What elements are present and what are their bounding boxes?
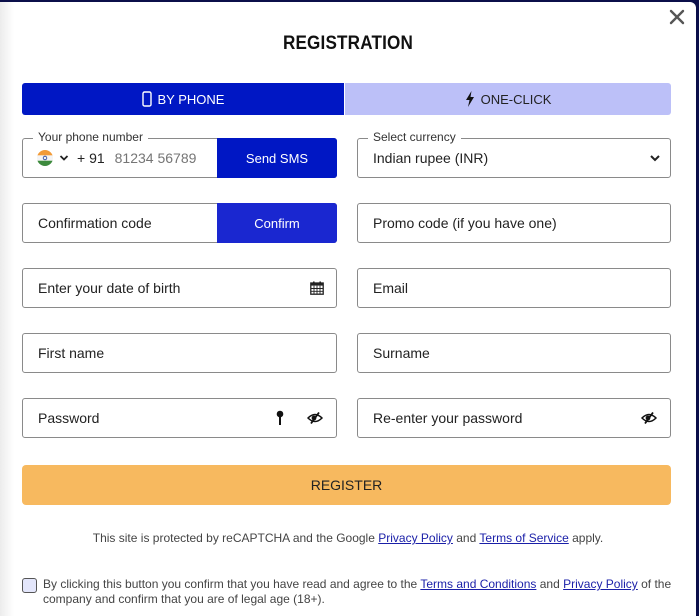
- tab-label: ONE-CLICK: [480, 91, 552, 107]
- tab-one-click[interactable]: ONE-CLICK: [344, 83, 671, 115]
- consent-text-part: and: [536, 577, 564, 591]
- confirm-button[interactable]: Confirm: [217, 203, 337, 243]
- first-name-field[interactable]: First name: [22, 333, 337, 373]
- date-of-birth-placeholder: Enter your date of birth: [38, 280, 181, 296]
- consent-text: By clicking this button you confirm that…: [43, 577, 682, 607]
- tab-by-phone[interactable]: BY PHONE: [22, 83, 344, 115]
- phone-input[interactable]: [114, 150, 215, 166]
- surname-field[interactable]: Surname: [357, 333, 671, 373]
- recaptcha-text: and: [452, 531, 480, 545]
- password-field[interactable]: Password: [22, 398, 337, 438]
- eye-slash-icon: [307, 412, 323, 424]
- mobile-phone-icon: [141, 91, 152, 107]
- country-dial-code: + 91: [77, 150, 105, 166]
- calendar-icon: [310, 281, 324, 295]
- generate-password-button[interactable]: [266, 410, 294, 426]
- key-icon: [276, 410, 284, 425]
- consent-privacy-policy-link[interactable]: Privacy Policy: [563, 577, 638, 591]
- currency-selected-value: Indian rupee (INR): [373, 150, 489, 166]
- privacy-policy-link[interactable]: Privacy Policy: [378, 531, 453, 545]
- registration-method-tabs: BY PHONE ONE-CLICK: [22, 83, 671, 115]
- date-of-birth-field[interactable]: Enter your date of birth: [22, 268, 337, 308]
- chevron-down-icon: [59, 155, 69, 161]
- consent-checkbox[interactable]: [22, 578, 37, 593]
- eye-slash-icon: [641, 412, 657, 424]
- page-title: REGISTRATION: [282, 33, 414, 54]
- consent-text-part: By clicking this button you confirm that…: [43, 577, 421, 591]
- send-sms-button[interactable]: Send SMS: [217, 138, 337, 178]
- terms-of-service-link[interactable]: Terms of Service: [479, 531, 568, 545]
- recaptcha-text: This site is protected by reCAPTCHA and …: [92, 531, 379, 545]
- recaptcha-notice: This site is protected by reCAPTCHA and …: [0, 531, 696, 545]
- calendar-button[interactable]: [298, 281, 336, 295]
- confirm-password-placeholder: Re-enter your password: [373, 410, 523, 426]
- close-button[interactable]: [668, 8, 686, 26]
- email-placeholder: Email: [373, 280, 409, 296]
- tab-label: BY PHONE: [157, 91, 225, 107]
- consent-row: By clicking this button you confirm that…: [22, 577, 682, 607]
- register-button[interactable]: REGISTER: [22, 465, 671, 505]
- recaptcha-text: apply.: [568, 531, 604, 545]
- confirm-password-field[interactable]: Re-enter your password: [357, 398, 671, 438]
- first-name-placeholder: First name: [38, 345, 105, 361]
- email-field[interactable]: Email: [357, 268, 671, 308]
- toggle-password-visibility[interactable]: [294, 412, 336, 424]
- currency-select[interactable]: Select currency Indian rupee (INR): [357, 130, 671, 178]
- close-icon: [669, 9, 685, 25]
- promo-code-field[interactable]: Promo code (if you have one): [357, 203, 671, 243]
- surname-placeholder: Surname: [373, 345, 430, 361]
- currency-legend: Select currency: [368, 130, 461, 144]
- confirmation-code-field[interactable]: Confirmation code Confirm: [22, 203, 337, 243]
- registration-modal: REGISTRATION BY PHONE ONE-CLICK Your pho…: [0, 2, 696, 616]
- lightning-bolt-icon: [465, 91, 474, 107]
- promo-code-placeholder: Promo code (if you have one): [373, 215, 557, 231]
- country-code-selector[interactable]: + 91: [23, 150, 105, 166]
- terms-and-conditions-link[interactable]: Terms and Conditions: [420, 577, 536, 591]
- india-flag-icon: [37, 150, 53, 166]
- password-placeholder: Password: [38, 410, 100, 426]
- phone-legend: Your phone number: [33, 130, 148, 144]
- phone-number-field: Your phone number + 91 Send SMS: [22, 130, 337, 178]
- chevron-down-icon: [650, 155, 660, 162]
- toggle-confirm-password-visibility[interactable]: [628, 412, 670, 424]
